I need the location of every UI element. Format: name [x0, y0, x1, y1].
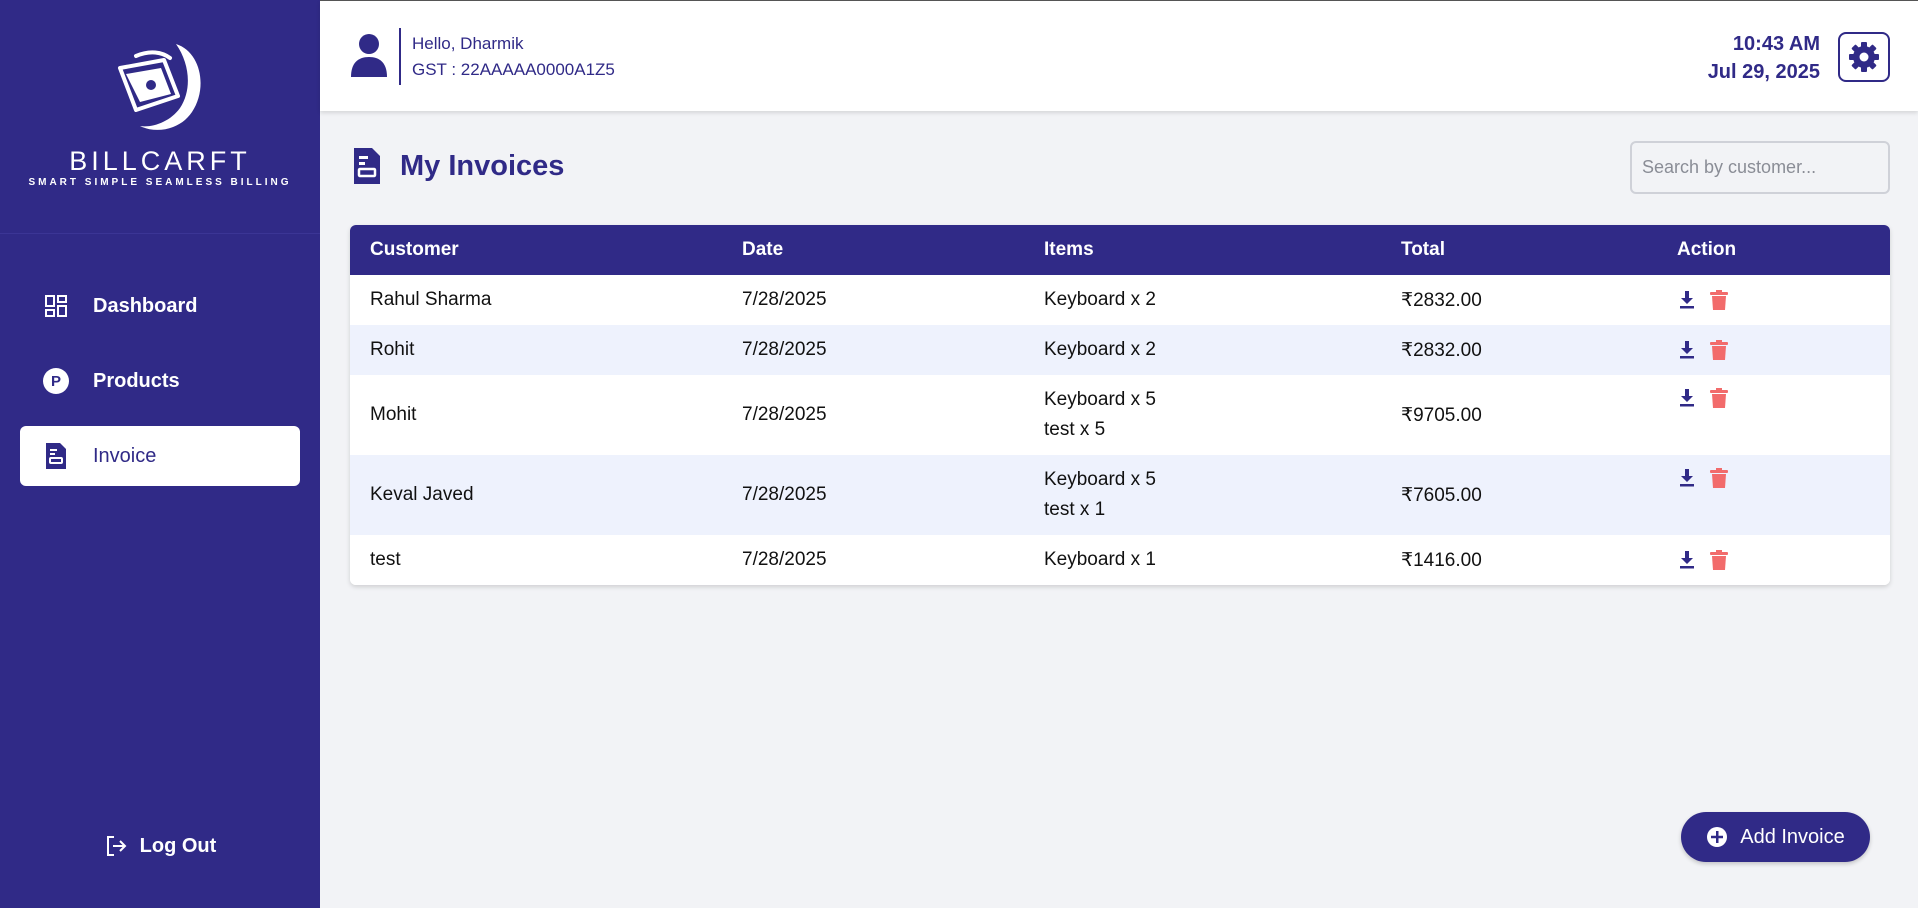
total-cell: ₹2832.00: [1401, 339, 1482, 361]
gst-number: GST : 22AAAAA0000A1Z5: [412, 60, 615, 79]
page-heading: My Invoices: [352, 146, 564, 186]
item-line: Keyboard x 5: [1044, 469, 1156, 490]
trash-icon: [1710, 340, 1728, 360]
download-button[interactable]: [1677, 339, 1697, 361]
top-header: Hello, Dharmik GST : 22AAAAA0000A1Z5 10:…: [320, 0, 1918, 111]
search-input[interactable]: [1630, 141, 1890, 194]
item-line: Keyboard x 2: [1044, 339, 1156, 360]
sidebar-item-label: Products: [93, 369, 180, 392]
trash-icon: [1710, 550, 1728, 570]
total-cell: ₹9705.00: [1401, 404, 1482, 426]
download-button[interactable]: [1677, 387, 1697, 409]
action-cell: [1657, 275, 1890, 325]
current-time: 10:43 AM: [1732, 33, 1820, 55]
table-row: Rohit 7/28/2025 Keyboard x 2 ₹2832.00: [350, 325, 1890, 375]
action-cell: [1657, 325, 1890, 375]
delete-button[interactable]: [1709, 467, 1729, 489]
trash-icon: [1710, 388, 1728, 408]
delete-button[interactable]: [1709, 387, 1729, 409]
current-date: Jul 29, 2025: [1707, 61, 1820, 83]
customer-cell: test: [370, 549, 401, 570]
delete-button[interactable]: [1709, 289, 1729, 311]
customer-cell: Keval Javed: [370, 484, 474, 505]
download-button[interactable]: [1677, 289, 1697, 311]
page-title: My Invoices: [400, 149, 565, 182]
customer-cell: Mohit: [370, 404, 417, 425]
invoice-icon: [354, 148, 380, 184]
header-divider: [399, 28, 401, 85]
table-row: Rahul Sharma 7/28/2025 Keyboard x 2 ₹283…: [350, 275, 1890, 325]
table-row: test 7/28/2025 Keyboard x 1 ₹1416.00: [350, 535, 1890, 585]
items-cell: Keyboard x 5 test x 1: [1024, 455, 1381, 535]
gear-icon: [1849, 42, 1879, 72]
user-icon: [351, 34, 387, 77]
invoice-icon: [42, 442, 70, 470]
delete-button[interactable]: [1709, 339, 1729, 361]
item-line: test x 5: [1044, 419, 1106, 440]
invoices-table: Customer Date Items Total Action Rahul S…: [350, 225, 1890, 585]
item-line: Keyboard x 2: [1044, 289, 1156, 310]
download-icon: [1680, 551, 1694, 569]
action-cell: [1657, 455, 1890, 535]
sidebar-item-products[interactable]: P Products: [20, 351, 300, 411]
add-invoice-label: Add Invoice: [1740, 825, 1845, 848]
items-cell: Keyboard x 2: [1024, 325, 1381, 375]
date-cell: 7/28/2025: [742, 484, 827, 505]
sidebar: BILLCARFT SMART SIMPLE SEAMLESS BILLING …: [0, 0, 320, 908]
brand-tagline: SMART SIMPLE SEAMLESS BILLING: [28, 177, 292, 188]
table-row: Keval Javed 7/28/2025 Keyboard x 5 test …: [350, 455, 1890, 535]
download-icon: [1680, 389, 1694, 407]
table-row: Mohit 7/28/2025 Keyboard x 5 test x 5 ₹9…: [350, 375, 1890, 455]
column-header-customer: Customer: [370, 239, 459, 260]
trash-icon: [1710, 468, 1728, 488]
items-cell: Keyboard x 5 test x 5: [1024, 375, 1381, 455]
products-icon: P: [42, 367, 70, 395]
date-cell: 7/28/2025: [742, 339, 827, 360]
customer-cell: Rahul Sharma: [370, 289, 492, 310]
add-invoice-button[interactable]: Add Invoice: [1681, 812, 1870, 862]
billcraft-logo-icon: [118, 44, 201, 130]
item-line: Keyboard x 5: [1044, 389, 1156, 410]
download-button[interactable]: [1677, 467, 1697, 489]
logout-icon: [106, 836, 127, 856]
column-header-items: Items: [1044, 239, 1094, 260]
delete-button[interactable]: [1709, 549, 1729, 571]
download-icon: [1680, 469, 1694, 487]
column-header-action: Action: [1677, 239, 1737, 260]
items-cell: Keyboard x 1: [1024, 535, 1381, 585]
download-icon: [1680, 341, 1694, 359]
dashboard-icon: [42, 292, 70, 320]
action-cell: [1657, 535, 1890, 585]
brand-name: BILLCARFT: [69, 146, 251, 176]
items-cell: Keyboard x 2: [1024, 275, 1381, 325]
total-cell: ₹7605.00: [1401, 484, 1482, 506]
sidebar-item-label: Dashboard: [93, 294, 198, 317]
date-cell: 7/28/2025: [742, 549, 827, 570]
download-button[interactable]: [1677, 549, 1697, 571]
item-line: Keyboard x 1: [1044, 549, 1156, 570]
sidebar-item-dashboard[interactable]: Dashboard: [20, 276, 300, 336]
total-cell: ₹1416.00: [1401, 549, 1482, 571]
datetime-display: 10:43 AM Jul 29, 2025: [1708, 30, 1820, 86]
plus-circle-icon: [1707, 827, 1728, 847]
column-header-date: Date: [742, 239, 784, 260]
date-cell: 7/28/2025: [742, 289, 827, 310]
item-line: test x 1: [1044, 499, 1106, 520]
logout-button[interactable]: Log Out: [0, 834, 320, 858]
settings-button[interactable]: [1838, 32, 1890, 82]
total-cell: ₹2832.00: [1401, 289, 1482, 311]
action-cell: [1657, 375, 1890, 455]
table-header-row: Customer Date Items Total Action: [350, 225, 1890, 275]
user-greeting: Hello, Dharmik: [412, 34, 524, 53]
svg-text:P: P: [51, 373, 61, 390]
column-header-total: Total: [1401, 239, 1445, 260]
logout-label: Log Out: [139, 834, 217, 857]
sidebar-item-invoice[interactable]: Invoice: [20, 426, 300, 486]
date-cell: 7/28/2025: [742, 404, 827, 425]
customer-cell: Rohit: [370, 339, 415, 360]
trash-icon: [1710, 290, 1728, 310]
sidebar-item-label: Invoice: [93, 444, 157, 467]
brand-block: BILLCARFT SMART SIMPLE SEAMLESS BILLING: [0, 0, 320, 234]
download-icon: [1680, 291, 1694, 309]
